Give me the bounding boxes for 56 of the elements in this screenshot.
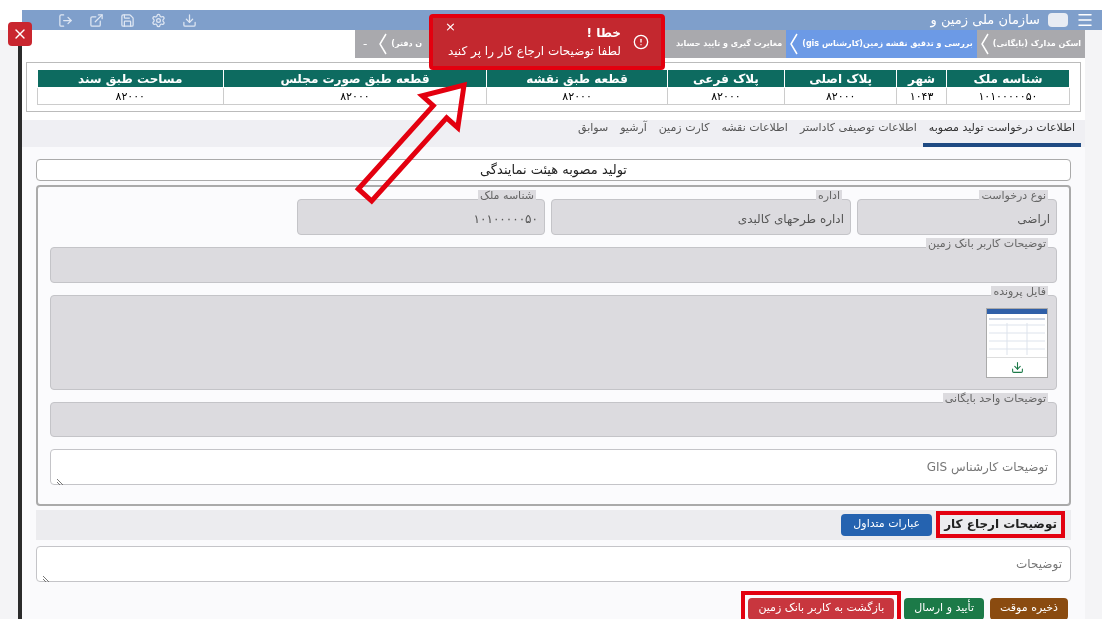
file-thumbnail[interactable]: [986, 307, 1048, 378]
table-cell: ۸۲۰۰۰: [667, 87, 785, 105]
column-header: قطعه طبق صورت مجلس: [223, 69, 487, 88]
close-button[interactable]: [8, 22, 32, 46]
external-link-icon[interactable]: [89, 12, 104, 28]
logout-icon[interactable]: [58, 12, 73, 28]
action-button[interactable]: ذخیره موقت: [990, 597, 1068, 619]
field-label: توضیحات کاربر بانک زمین: [926, 237, 1048, 249]
table-cell: ۱۰۴۳: [896, 87, 947, 105]
referral-notes-label: توضیحات ارجاع کار: [944, 517, 1057, 532]
table-cell: ۸۲۰۰۰: [223, 87, 487, 105]
field-label: توضیحات واحد بایگانی: [942, 392, 1048, 404]
chevron-icon: [980, 33, 989, 55]
action-button[interactable]: بازگشت به کاربر بانک زمین: [748, 597, 895, 619]
tab[interactable]: اطلاعات توصیفی کاداستر: [793, 120, 923, 147]
table-cell: ۸۲۰۰۰: [486, 87, 668, 105]
table-cell: ۸۲۰۰۰: [784, 87, 897, 105]
document-preview-drawing: [987, 308, 1047, 357]
chevron-icon: [790, 33, 799, 55]
app-title: سازمان ملی زمین و: [930, 11, 1040, 30]
tab[interactable]: کارت زمین: [652, 120, 716, 147]
logo-icon: [1048, 13, 1068, 27]
toast-close-button[interactable]: ×: [445, 20, 456, 33]
field-value: اراضی: [1017, 210, 1050, 228]
field-label: اداره: [815, 189, 842, 201]
table-cell: ۸۲۰۰۰: [37, 87, 223, 105]
download-icon[interactable]: [182, 12, 197, 28]
settings-icon[interactable]: [151, 12, 166, 28]
column-header: پلاک اصلی: [784, 69, 897, 88]
field-label: نوع درخواست: [979, 189, 1048, 201]
column-header: پلاک فرعی: [667, 69, 785, 88]
field-value: ۱۰۱۰۰۰۰۰۵۰: [473, 210, 538, 228]
tab[interactable]: سوابق: [571, 120, 615, 147]
download-icon[interactable]: [1010, 360, 1024, 374]
common-phrases-button[interactable]: عبارات متداول: [841, 513, 933, 536]
tab[interactable]: آرشیو: [614, 120, 653, 147]
chevron-icon: [379, 33, 388, 55]
section-title: تولید مصوبه هیئت نمایندگی: [36, 158, 1071, 181]
column-header: مساحت طبق سند: [37, 69, 223, 88]
field-value: اداره طرحهای کالبدی: [737, 210, 844, 228]
menu-icon[interactable]: [1076, 11, 1094, 29]
resize-handle-icon: [56, 477, 64, 486]
gis-notes-field[interactable]: توضیحات کارشناس GIS: [50, 448, 1057, 485]
toast-title: خطا !: [586, 25, 621, 42]
tab[interactable]: اطلاعات نقشه: [715, 120, 794, 147]
toast-message: لطفا توضیحات ارجاع کار را پر کنید: [447, 43, 621, 60]
resize-handle-icon: [42, 574, 50, 583]
alert-icon: [633, 34, 649, 50]
column-header: شناسه ملک: [946, 69, 1070, 88]
notes-field[interactable]: توضیحات: [36, 545, 1071, 582]
table-cell: ۱۰۱۰۰۰۰۰۵۰: [946, 87, 1070, 105]
column-header: شهر: [896, 69, 947, 88]
field-label: فایل پرونده: [991, 285, 1048, 297]
save-icon[interactable]: [120, 12, 135, 28]
field-label: شناسه ملک: [478, 189, 536, 201]
action-button[interactable]: تأیید و ارسال: [904, 597, 984, 619]
